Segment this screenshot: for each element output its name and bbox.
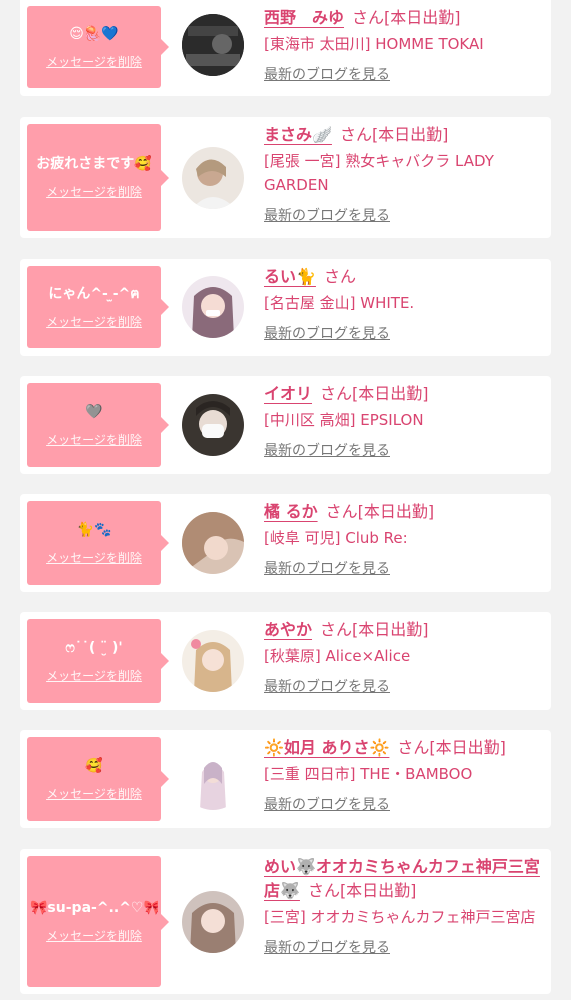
delete-message-link[interactable]: メッセージを削除 xyxy=(46,431,142,448)
avatar[interactable] xyxy=(182,147,244,209)
avatar[interactable] xyxy=(182,394,244,456)
message-text: 🩶 xyxy=(85,403,103,420)
cast-name-link[interactable]: 西野 みゆ xyxy=(264,8,344,27)
avatar-image xyxy=(182,14,244,76)
honorific-status: さん[本日出勤] xyxy=(325,502,435,521)
shop-info: [岐阜 可児] Club Re: xyxy=(264,529,408,547)
avatar-image xyxy=(182,394,244,456)
honorific-status: さん xyxy=(323,267,356,286)
message-card: ෆ˙˙( ¨̮ )' メッセージを削除 あやか さん[本日出勤] [秋葉原] Al… xyxy=(20,612,551,710)
latest-blog-link[interactable]: 最新のブログを見る xyxy=(264,64,390,84)
honorific-status: さん[本日出勤] xyxy=(320,620,429,639)
message-text: お疲れさまです🥰 xyxy=(36,156,152,172)
message-bubble: 🐈🐾 メッセージを削除 xyxy=(27,501,169,585)
message-bubble: 😌🪼💙 メッセージを削除 xyxy=(27,6,169,88)
honorific-status: さん[本日出勤] xyxy=(307,881,417,900)
cast-name-link[interactable]: まさみ🪽 xyxy=(264,125,332,144)
message-card: 🥰 メッセージを削除 🔆如月 ありさ🔆 さん[本日出勤] [三重 四日市] THE… xyxy=(20,730,551,828)
avatar-image xyxy=(182,748,244,810)
shop-info: [三宮] オオカミちゃんカフェ神戸三宮店 xyxy=(264,908,536,926)
delete-message-link[interactable]: メッセージを削除 xyxy=(46,549,142,566)
message-card: 😌🪼💙 メッセージを削除 西野 みゆ さん[本日出勤] [東海市 太田川] HOM… xyxy=(20,0,551,96)
latest-blog-link[interactable]: 最新のブログを見る xyxy=(264,937,390,957)
avatar[interactable] xyxy=(182,14,244,76)
cast-name-link[interactable]: イオリ xyxy=(264,384,312,403)
latest-blog-link[interactable]: 最新のブログを見る xyxy=(264,323,390,343)
honorific-status: さん[本日出勤] xyxy=(352,8,461,27)
message-text: 😌🪼💙 xyxy=(69,25,119,42)
message-bubble: お疲れさまです🥰 メッセージを削除 xyxy=(27,124,169,231)
shop-info: [名古屋 金山] WHITE. xyxy=(264,294,415,312)
cast-name-link[interactable]: 🔆如月 ありさ🔆 xyxy=(264,738,389,757)
message-card: 🐈🐾 メッセージを削除 橘 るか さん[本日出勤] [岐阜 可児] Club Re… xyxy=(20,494,551,592)
message-card: にゃん^- ̫-^ฅ メッセージを削除 るい🐈 さん [名古屋 金山] WHITE… xyxy=(20,259,551,356)
latest-blog-link[interactable]: 最新のブログを見る xyxy=(264,676,390,696)
shop-info: [尾張 一宮] 熟女キャバクラ LADY GARDEN xyxy=(264,152,494,194)
message-text: 🐈🐾 xyxy=(76,521,112,538)
message-bubble: 🥰 メッセージを削除 xyxy=(27,737,169,821)
message-card: 🎀su-pa-^..^♡🎀 メッセージを削除 めい🐺オオカミちゃんカフェ神戸三宮… xyxy=(20,849,551,994)
avatar-image xyxy=(182,147,244,209)
cast-name-link[interactable]: 橘 るか xyxy=(264,502,318,521)
honorific-status: さん[本日出勤] xyxy=(339,125,449,144)
shop-info: [三重 四日市] THE・BAMBOO xyxy=(264,765,473,783)
avatar-image xyxy=(182,512,244,574)
shop-info: [秋葉原] Alice×Alice xyxy=(264,647,411,665)
honorific-status: さん[本日出勤] xyxy=(397,738,506,757)
message-text: 🥰 xyxy=(85,757,103,774)
latest-blog-link[interactable]: 最新のブログを見る xyxy=(264,205,390,225)
delete-message-link[interactable]: メッセージを削除 xyxy=(46,53,142,70)
delete-message-link[interactable]: メッセージを削除 xyxy=(46,183,142,200)
message-text: 🎀su-pa-^..^♡🎀 xyxy=(30,900,158,916)
message-bubble: 🩶 メッセージを削除 xyxy=(27,383,169,467)
delete-message-link[interactable]: メッセージを削除 xyxy=(46,313,142,330)
message-card: お疲れさまです🥰 メッセージを削除 まさみ🪽 さん[本日出勤] [尾張 一宮] 熟… xyxy=(20,117,551,238)
latest-blog-link[interactable]: 最新のブログを見る xyxy=(264,440,390,460)
message-card: 🩶 メッセージを削除 イオリ さん[本日出勤] [中川区 高畑] EPSILON … xyxy=(20,376,551,474)
delete-message-link[interactable]: メッセージを削除 xyxy=(46,785,142,802)
cast-name-link[interactable]: あやか xyxy=(264,620,312,639)
shop-info: [中川区 高畑] EPSILON xyxy=(264,411,424,429)
delete-message-link[interactable]: メッセージを削除 xyxy=(46,927,142,944)
avatar[interactable] xyxy=(182,630,244,692)
message-text: ෆ˙˙( ¨̮ )' xyxy=(65,639,123,656)
delete-message-link[interactable]: メッセージを削除 xyxy=(46,667,142,684)
avatar[interactable] xyxy=(182,891,244,953)
latest-blog-link[interactable]: 最新のブログを見る xyxy=(264,558,390,578)
shop-info: [東海市 太田川] HOMME TOKAI xyxy=(264,35,484,53)
cast-name-link[interactable]: るい🐈 xyxy=(264,267,316,286)
message-bubble: にゃん^- ̫-^ฅ メッセージを削除 xyxy=(27,266,169,348)
latest-blog-link[interactable]: 最新のブログを見る xyxy=(264,794,390,814)
message-bubble: 🎀su-pa-^..^♡🎀 メッセージを削除 xyxy=(27,856,169,987)
avatar-image xyxy=(182,276,244,338)
avatar[interactable] xyxy=(182,512,244,574)
avatar-image xyxy=(182,891,244,953)
avatar[interactable] xyxy=(182,748,244,810)
honorific-status: さん[本日出勤] xyxy=(320,384,429,403)
message-text: にゃん^- ̫-^ฅ xyxy=(48,285,140,302)
avatar-image xyxy=(182,630,244,692)
message-list: 😌🪼💙 メッセージを削除 西野 みゆ さん[本日出勤] [東海市 太田川] HOM… xyxy=(0,0,571,1000)
avatar[interactable] xyxy=(182,276,244,338)
message-bubble: ෆ˙˙( ¨̮ )' メッセージを削除 xyxy=(27,619,169,703)
